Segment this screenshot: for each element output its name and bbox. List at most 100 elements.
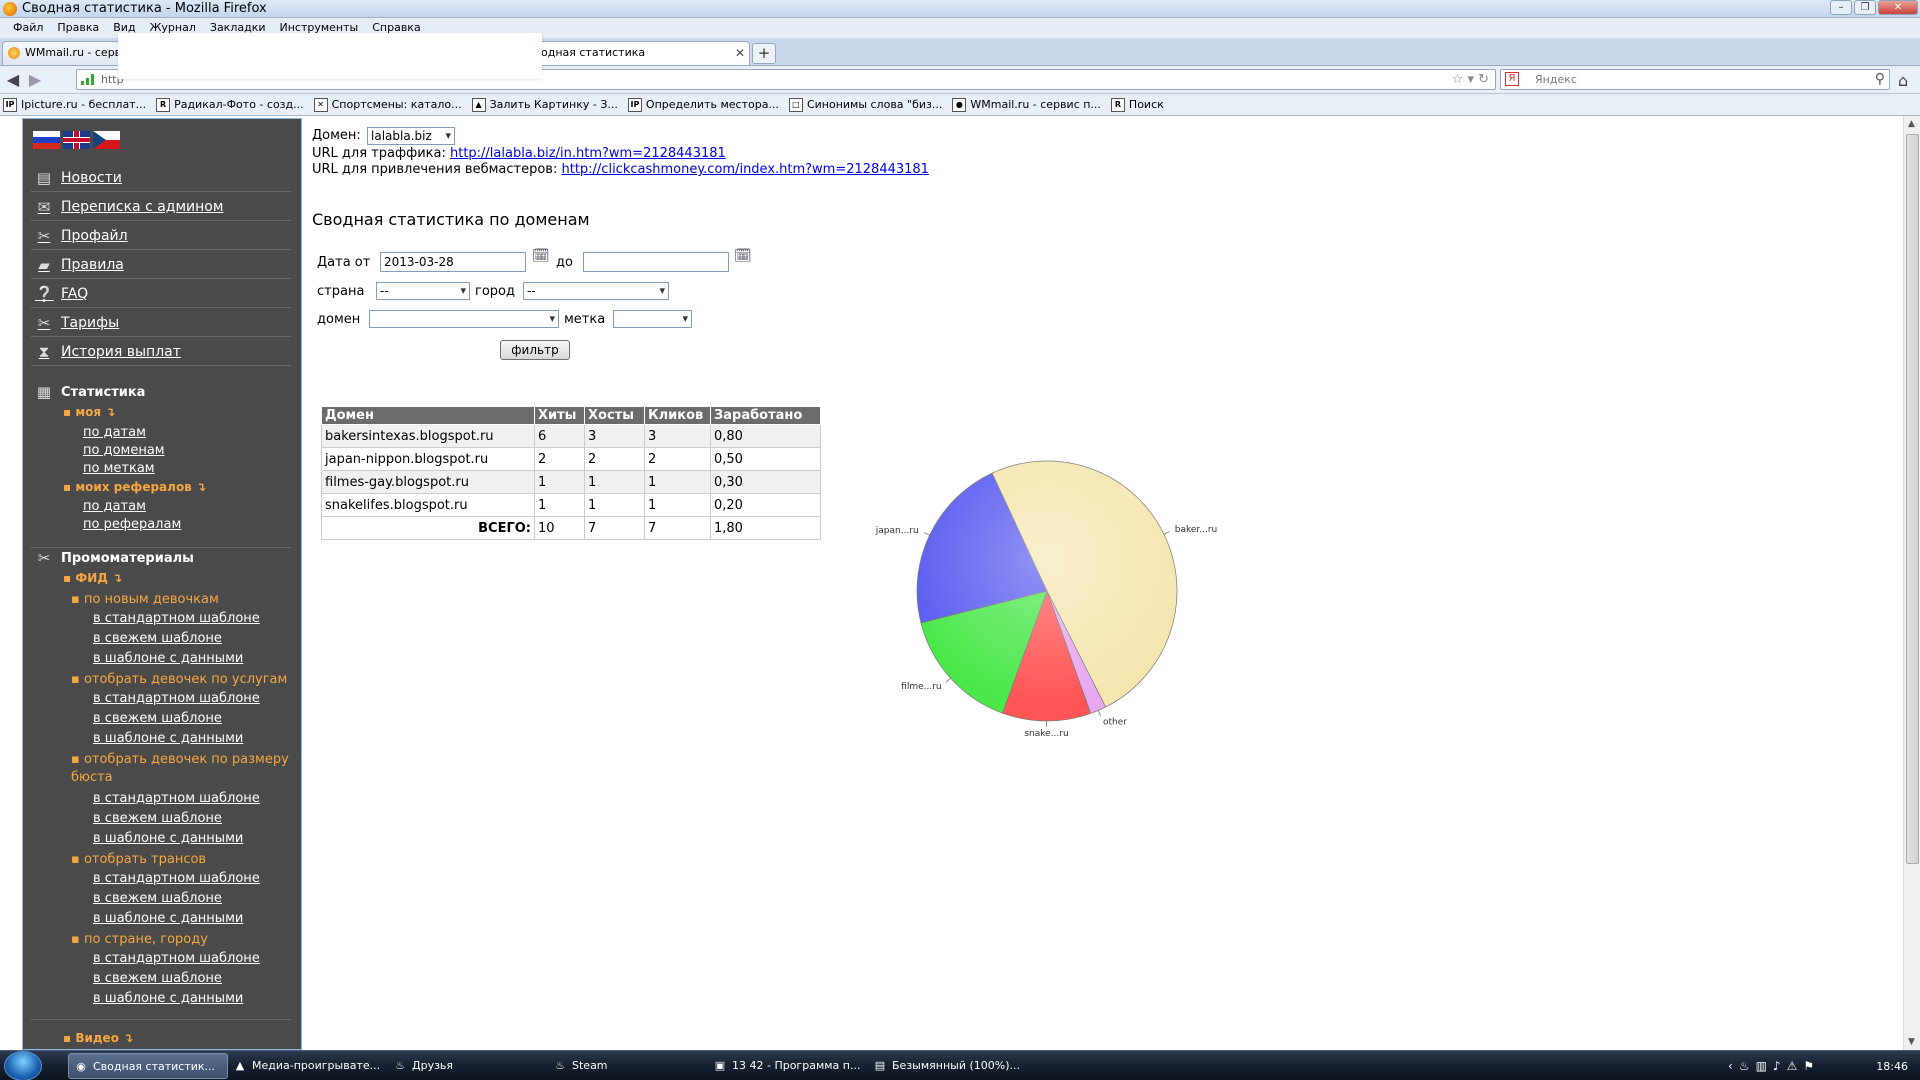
column-header[interactable]: Домен (321, 406, 535, 425)
promo-link[interactable]: в шаблоне с данными (93, 991, 243, 1006)
taskbar-item[interactable]: ♨ Друзья (388, 1053, 548, 1079)
date-to-label: до (556, 255, 573, 270)
forward-icon[interactable]: ▶ (26, 70, 44, 89)
bookmark-item[interactable]: ● WMmail.ru - сервис п... (952, 97, 1101, 112)
promo-link[interactable]: в стандартном шаблоне (93, 871, 260, 886)
promo-group[interactable]: по стране, городу (71, 931, 296, 949)
traffic-url-link[interactable]: http://lalabla.biz/in.htm?wm=2128443181 (450, 146, 726, 161)
promo-link[interactable]: в стандартном шаблоне (93, 691, 260, 706)
column-header[interactable]: Хиты (534, 406, 585, 425)
start-button[interactable] (4, 1051, 42, 1080)
volume-icon[interactable]: ♪ (1773, 1059, 1781, 1073)
flag-ru-icon[interactable] (33, 131, 60, 149)
promo-link[interactable]: в стандартном шаблоне (93, 611, 260, 626)
scroll-up-icon[interactable]: ▲ (1908, 119, 1915, 129)
sidebar-item[interactable]: ⧗ История выплат (35, 343, 181, 361)
flag-tray-icon[interactable]: ⚑ (1803, 1059, 1814, 1073)
sidebar-item[interactable]: ✂ Профайл (35, 227, 128, 245)
search-input[interactable]: Я Яндекс ⚲ (1500, 69, 1890, 90)
promo-video-toggle[interactable]: Видео ↴ (63, 1031, 133, 1045)
table-cell: 0,80 (710, 424, 821, 448)
domain-filter-select[interactable] (369, 310, 559, 328)
promo-link[interactable]: в свежем шаблоне (93, 971, 222, 986)
bookmark-item[interactable]: IP Ipicture.ru - бесплат... (3, 97, 146, 112)
promo-fid-toggle[interactable]: ФИД ↴ (63, 571, 122, 585)
scroll-down-icon[interactable]: ▼ (1908, 1037, 1915, 1047)
country-select[interactable]: -- (376, 282, 470, 300)
promo-group[interactable]: отобрать девочек по размеру бюста (71, 751, 296, 787)
stats-link[interactable]: по датам (83, 425, 146, 440)
tab-stats[interactable]: одная статистика ✕ (530, 41, 750, 65)
stats-link[interactable]: по меткам (83, 461, 155, 476)
taskbar-item[interactable]: ▲ Медиа-проигрывате... (228, 1053, 388, 1079)
stats-refs-toggle[interactable]: моих рефералов ↴ (63, 480, 206, 494)
promo-link[interactable]: в шаблоне с данными (93, 731, 243, 746)
domain-select[interactable]: lalabla.biz (367, 127, 455, 145)
bookmark-item[interactable]: R Поиск (1110, 97, 1164, 112)
stats-link[interactable]: по рефералам (83, 517, 181, 532)
sidebar-item[interactable]: ✂ Тарифы (35, 314, 119, 332)
promo-link[interactable]: в свежем шаблоне (93, 631, 222, 646)
bookmark-item[interactable]: IP Определить местора... (627, 97, 779, 112)
total-cell: 10 (534, 516, 585, 540)
bookmark-item[interactable]: □ Синонимы слова "биз... (788, 97, 942, 112)
promo-group[interactable]: отобрать девочек по услугам (71, 671, 296, 689)
stats-link[interactable]: по датам (83, 499, 146, 514)
taskbar-item[interactable]: ▤ Безымянный (100%)... (868, 1053, 1028, 1079)
flag-uk-icon[interactable] (63, 131, 90, 149)
column-header[interactable]: Кликов (644, 406, 711, 425)
webmaster-url-link[interactable]: http://clickcashmoney.com/index.htm?wm=2… (561, 162, 928, 177)
promo-link[interactable]: в шаблоне с данными (93, 911, 243, 926)
bookmark-item[interactable]: ▲ Залить Картинку - З... (471, 97, 618, 112)
home-icon[interactable]: ⌂ (1898, 71, 1908, 90)
new-tab-button[interactable]: + (752, 43, 776, 64)
search-icon[interactable]: ⚲ (1875, 70, 1885, 89)
date-from-input[interactable]: 2013-03-28 (380, 252, 526, 272)
promo-link[interactable]: в свежем шаблоне (93, 811, 222, 826)
promo-group[interactable]: отобрать трансов (71, 851, 296, 869)
menu-file[interactable]: Файл (6, 18, 50, 38)
calendar-icon[interactable]: 🗓 (532, 248, 552, 266)
sidebar-item[interactable]: ✉ Переписка с админом (35, 198, 224, 216)
tab-wmmail[interactable]: WMmail.ru - сервис (2, 41, 120, 65)
menu-edit[interactable]: Правка (50, 18, 106, 38)
date-to-input[interactable] (583, 252, 729, 272)
reload-icon[interactable]: ☆ ▾ ↻ (1452, 70, 1489, 89)
column-header[interactable]: Заработано (710, 406, 821, 425)
bookmark-item[interactable]: R Радикал-Фото - созд... (156, 97, 304, 112)
minimize-button[interactable]: – (1830, 0, 1852, 15)
back-icon[interactable]: ◀ (4, 70, 22, 89)
promo-link[interactable]: в свежем шаблоне (93, 711, 222, 726)
promo-link[interactable]: в стандартном шаблоне (93, 951, 260, 966)
promo-link[interactable]: в свежем шаблоне (93, 891, 222, 906)
promo-link[interactable]: в шаблоне с данными (93, 831, 243, 846)
page-scrollbar[interactable]: ▲ ▼ (1903, 116, 1920, 1050)
stats-mine-toggle[interactable]: моя ↴ (63, 405, 115, 419)
sidebar-item[interactable]: ▰ Правила (35, 256, 124, 274)
taskbar-item[interactable]: ♨ Steam (548, 1053, 708, 1079)
promo-group[interactable]: по новым девочкам (71, 591, 296, 609)
calendar-icon[interactable]: 🗓 (734, 248, 754, 266)
filter-button[interactable]: фильтр (500, 340, 570, 360)
promo-link[interactable]: в стандартном шаблоне (93, 791, 260, 806)
scroll-thumb[interactable] (1906, 134, 1919, 864)
close-button[interactable]: ✕ (1878, 0, 1918, 15)
column-header[interactable]: Хосты (584, 406, 645, 425)
flag-cz-icon[interactable] (93, 131, 120, 149)
close-tab-icon[interactable]: ✕ (735, 42, 745, 64)
network-icon[interactable]: ▥ (1756, 1059, 1767, 1073)
steam-tray-icon[interactable]: ♨ (1739, 1059, 1750, 1073)
maximize-button[interactable]: ❐ (1854, 0, 1876, 15)
sidebar-item[interactable]: ▤ Новости (35, 169, 122, 187)
city-select[interactable]: -- (523, 282, 669, 300)
sidebar-item[interactable]: ❔ FAQ (35, 285, 88, 303)
promo-link[interactable]: в шаблоне с данными (93, 651, 243, 666)
chevron-left-icon[interactable]: ‹ (1728, 1059, 1733, 1073)
image-icon: ▣ (714, 1059, 726, 1072)
bookmark-item[interactable]: ✕ Спортсмены: катало... (313, 97, 462, 112)
taskbar-item[interactable]: ◉ Сводная статистик... (68, 1053, 228, 1079)
stats-link[interactable]: по доменам (83, 443, 165, 458)
taskbar-item[interactable]: ▣ 13 42 - Программа п... (708, 1053, 868, 1079)
tag-select[interactable] (613, 310, 692, 328)
warning-icon[interactable]: ⚠ (1787, 1059, 1798, 1073)
